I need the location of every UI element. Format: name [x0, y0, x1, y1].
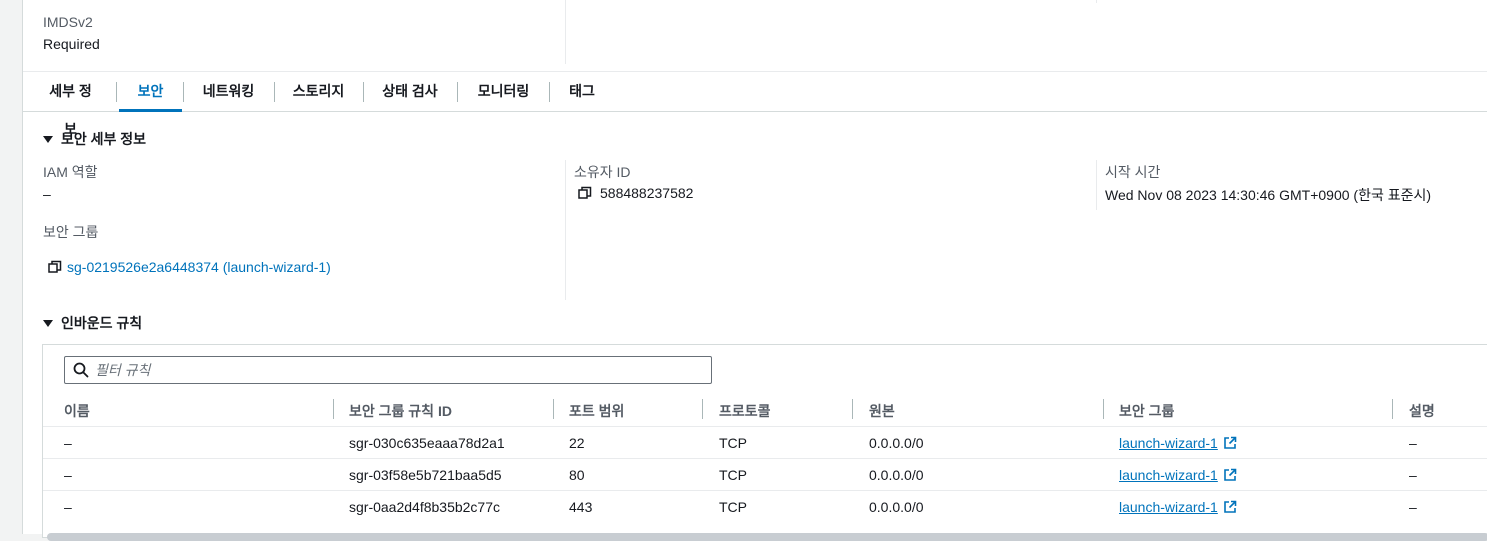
left-gutter — [0, 0, 23, 534]
column-divider — [565, 0, 566, 64]
tab-tags[interactable]: 태그 — [567, 72, 597, 111]
security-group-row: sg-0219526e2a6448374 (launch-wizard-1) — [48, 259, 331, 275]
col-header-port-range[interactable]: 포트 범위 — [569, 401, 624, 421]
col-header-name[interactable]: 이름 — [64, 401, 90, 421]
filter-rules-field[interactable] — [64, 356, 712, 384]
launch-time-value: Wed Nov 08 2023 14:30:46 GMT+0900 (한국 표준… — [1105, 187, 1432, 203]
cell-port-range: 22 — [569, 435, 585, 451]
security-group-link[interactable]: launch-wizard-1 — [1119, 467, 1237, 483]
cell-name: – — [64, 435, 72, 451]
security-group-link-text: launch-wizard-1 — [1119, 467, 1218, 483]
column-divider — [1096, 160, 1097, 210]
owner-id-row: 588488237582 — [578, 185, 693, 201]
iam-role-value: – — [43, 186, 51, 202]
external-link-icon — [1223, 500, 1237, 514]
cell-name: – — [64, 467, 72, 483]
launch-time-label: 시작 시간 — [1105, 164, 1161, 180]
cell-description: – — [1409, 467, 1417, 483]
cell-rule-id: sgr-03f58e5b721baa5d5 — [349, 467, 502, 483]
table-row: – sgr-0aa2d4f8b35b2c77c 443 TCP 0.0.0.0/… — [43, 490, 1487, 523]
table-row: – sgr-030c635eaaa78d2a1 22 TCP 0.0.0.0/0… — [43, 426, 1487, 459]
caret-down-icon — [43, 136, 53, 143]
tab-status-checks[interactable]: 상태 검사 — [381, 72, 439, 111]
tab-networking[interactable]: 네트워킹 — [200, 72, 257, 111]
tab-separator — [274, 82, 275, 102]
cell-protocol: TCP — [719, 499, 747, 515]
column-resizer[interactable] — [1392, 399, 1393, 419]
cell-source: 0.0.0.0/0 — [869, 499, 924, 515]
tab-security[interactable]: 보안 — [119, 72, 182, 112]
cell-port-range: 80 — [569, 467, 585, 483]
cell-description: – — [1409, 499, 1417, 515]
column-resizer[interactable] — [852, 399, 853, 419]
inbound-rules-table: 이름 보안 그룹 규칙 ID 포트 범위 프로토콜 원본 보안 그룹 설명 – … — [42, 344, 1487, 541]
tab-separator — [549, 82, 550, 102]
security-group-link[interactable]: launch-wizard-1 — [1119, 499, 1237, 515]
column-divider — [565, 160, 566, 300]
cell-port-range: 443 — [569, 499, 593, 515]
security-group-link-text: launch-wizard-1 — [1119, 499, 1218, 515]
copy-icon[interactable] — [48, 260, 62, 274]
column-resizer[interactable] — [1103, 399, 1104, 419]
security-details-toggle[interactable]: 보안 세부 정보 — [43, 129, 146, 149]
iam-role-label: IAM 역할 — [43, 164, 98, 180]
column-resizer[interactable] — [702, 399, 703, 419]
col-header-rule-id[interactable]: 보안 그룹 규칙 ID — [349, 401, 452, 421]
table-row: – sgr-03f58e5b721baa5d5 80 TCP 0.0.0.0/0… — [43, 458, 1487, 491]
cell-source: 0.0.0.0/0 — [869, 467, 924, 483]
tab-separator — [116, 82, 117, 102]
tab-separator — [363, 82, 364, 102]
inbound-rules-toggle[interactable]: 인바운드 규칙 — [43, 313, 142, 333]
external-link-icon — [1223, 468, 1237, 482]
owner-id-label: 소유자 ID — [574, 164, 631, 180]
column-resizer[interactable] — [333, 399, 334, 419]
inbound-rules-title: 인바운드 규칙 — [61, 315, 143, 331]
owner-id-value: 588488237582 — [600, 185, 694, 201]
tab-details[interactable]: 세부 정보 — [43, 72, 98, 137]
security-details-title: 보안 세부 정보 — [61, 131, 147, 147]
tab-monitoring[interactable]: 모니터링 — [475, 72, 532, 111]
tab-storage[interactable]: 스토리지 — [291, 72, 346, 111]
external-link-icon — [1223, 436, 1237, 450]
security-group-link-text: launch-wizard-1 — [1119, 435, 1218, 451]
cell-rule-id: sgr-0aa2d4f8b35b2c77c — [349, 499, 501, 515]
security-group-link[interactable]: launch-wizard-1 — [1119, 435, 1237, 451]
cell-protocol: TCP — [719, 467, 747, 483]
col-header-protocol[interactable]: 프로토콜 — [719, 401, 771, 421]
cell-protocol: TCP — [719, 435, 747, 451]
tab-separator — [457, 82, 458, 102]
cell-description: – — [1409, 435, 1417, 451]
search-icon — [73, 362, 89, 381]
col-header-source[interactable]: 원본 — [869, 401, 895, 421]
cell-rule-id: sgr-030c635eaaa78d2a1 — [349, 435, 505, 451]
horizontal-scrollbar[interactable] — [47, 533, 1487, 541]
tab-separator — [183, 82, 184, 102]
cell-source: 0.0.0.0/0 — [869, 435, 924, 451]
security-group-link[interactable]: sg-0219526e2a6448374 (launch-wizard-1) — [67, 259, 331, 275]
copy-icon[interactable] — [578, 186, 592, 200]
caret-down-icon — [43, 320, 53, 327]
instance-tabs: 세부 정보 보안 네트워킹 스토리지 상태 검사 모니터링 태그 — [23, 71, 1487, 137]
imds-value: Required — [43, 36, 100, 52]
column-resizer[interactable] — [553, 399, 554, 419]
security-group-label: 보안 그룹 — [43, 224, 99, 240]
imds-label: IMDSv2 — [43, 14, 93, 30]
column-divider — [1096, 0, 1097, 3]
col-header-description[interactable]: 설명 — [1409, 401, 1435, 421]
instance-detail-panel: IMDSv2 Required 세부 정보 보안 네트워킹 스토리지 상태 검사… — [23, 0, 1487, 541]
cell-name: – — [64, 499, 72, 515]
filter-rules-input[interactable] — [95, 357, 695, 383]
col-header-security-group[interactable]: 보안 그룹 — [1119, 401, 1174, 421]
